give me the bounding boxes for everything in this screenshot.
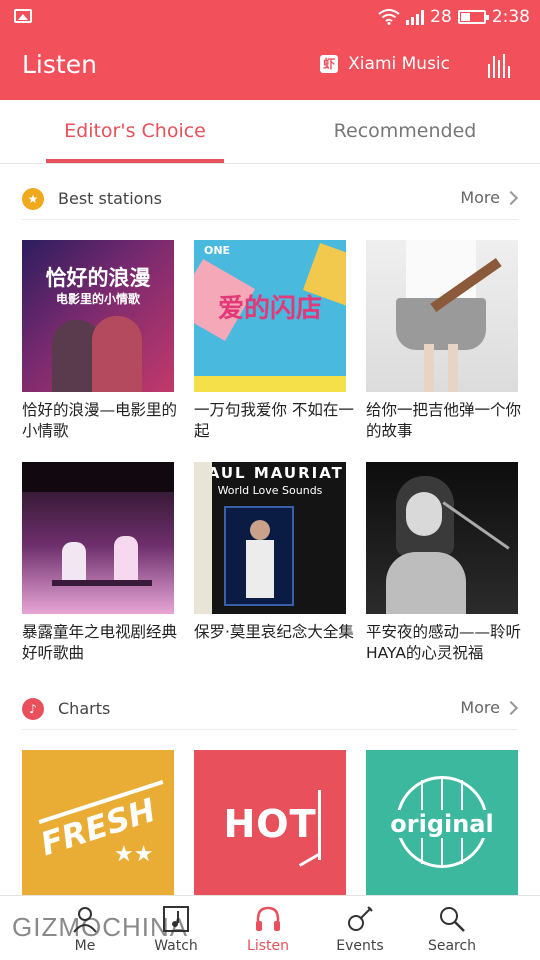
nav-label: Events bbox=[336, 938, 384, 954]
music-note-icon: ♪ bbox=[22, 698, 44, 720]
page-title: Listen bbox=[22, 50, 97, 79]
status-time: 2:38 bbox=[491, 7, 530, 27]
station-card[interactable]: ONE 爱的闪店 一万句我爱你 不如在一起 bbox=[194, 240, 354, 442]
chevron-right-icon bbox=[503, 190, 519, 205]
station-cover bbox=[22, 462, 174, 614]
section-header-charts: ♪ Charts More bbox=[22, 690, 519, 730]
cover-title: 恰好的浪漫 bbox=[45, 266, 151, 290]
station-title: 恰好的浪漫—电影里的小情歌 bbox=[22, 401, 178, 440]
search-icon bbox=[440, 907, 465, 932]
more-label: More bbox=[460, 188, 500, 207]
chart-tile-original[interactable]: original bbox=[366, 750, 518, 898]
station-card[interactable]: 恰好的浪漫 电影里的小情歌 恰好的浪漫—电影里的小情歌 bbox=[22, 240, 177, 442]
section-title-charts: Charts bbox=[58, 699, 111, 718]
station-title: 一万句我爱你 不如在一起 bbox=[194, 401, 354, 440]
station-card[interactable]: 给你一把吉他弹一个你的故事 bbox=[366, 240, 521, 442]
star-icon: ★★ bbox=[114, 842, 154, 867]
nav-item-events[interactable]: Events bbox=[315, 896, 405, 960]
watermark: GIZMOCHINA bbox=[12, 912, 189, 942]
image-notification-icon bbox=[14, 9, 32, 23]
station-card[interactable]: 暴露童年之电视剧经典好听歌曲 bbox=[22, 462, 177, 664]
chart-label: HOT bbox=[223, 802, 317, 846]
station-card[interactable]: 平安夜的感动——聆听HAYA的心灵祝福 bbox=[366, 462, 521, 664]
xiami-logo-icon: 虾 bbox=[320, 55, 339, 73]
guitar-icon bbox=[348, 906, 373, 931]
station-cover: ONE 爱的闪店 bbox=[194, 240, 346, 392]
more-label: More bbox=[460, 698, 500, 717]
cover-subtitle: World Love Sounds bbox=[217, 484, 323, 497]
wifi-icon bbox=[378, 9, 400, 25]
nav-item-listen[interactable]: Listen bbox=[223, 896, 313, 960]
provider-button[interactable]: 虾 Xiami Music bbox=[320, 54, 450, 74]
status-bar: 28 2:38 bbox=[0, 0, 540, 34]
equalizer-icon[interactable] bbox=[488, 54, 514, 78]
section-title-stations: Best stations bbox=[58, 189, 162, 208]
chart-tile-hot[interactable]: HOT bbox=[194, 750, 346, 898]
station-card[interactable]: PAUL MAURIAT World Love Sounds 保罗·莫里哀纪念大… bbox=[194, 462, 354, 643]
station-title: 暴露童年之电视剧经典好听歌曲 bbox=[22, 623, 178, 662]
cover-subtitle: 电影里的小情歌 bbox=[55, 292, 140, 306]
signal-icon bbox=[406, 9, 425, 25]
tab-editors-choice[interactable]: Editor's Choice bbox=[46, 100, 224, 164]
status-right: 28 2:38 bbox=[378, 6, 530, 28]
station-title: 保罗·莫里哀纪念大全集 bbox=[194, 623, 354, 641]
station-title: 给你一把吉他弹一个你的故事 bbox=[366, 401, 522, 440]
tab-indicator bbox=[46, 159, 224, 163]
tab-recommended[interactable]: Recommended bbox=[316, 100, 494, 164]
chart-label: original bbox=[380, 810, 504, 838]
station-cover bbox=[366, 462, 518, 614]
chevron-right-icon bbox=[503, 700, 519, 715]
nav-label: Search bbox=[427, 938, 477, 954]
station-cover: PAUL MAURIAT World Love Sounds bbox=[194, 462, 346, 614]
signal-text: 28 bbox=[430, 7, 452, 27]
app-header: 28 2:38 Listen 虾 Xiami Music bbox=[0, 0, 540, 100]
station-cover: 恰好的浪漫 电影里的小情歌 bbox=[22, 240, 174, 392]
provider-label: Xiami Music bbox=[348, 54, 450, 74]
more-stations-button[interactable]: More bbox=[460, 188, 519, 207]
cover-title: 爱的闪店 bbox=[217, 294, 322, 324]
station-title: 平安夜的感动——聆听HAYA的心灵祝福 bbox=[366, 623, 522, 662]
station-cover bbox=[366, 240, 518, 392]
cover-subtitle: ONE bbox=[204, 244, 231, 257]
cover-title: PAUL MAURIAT bbox=[196, 464, 344, 482]
headphones-icon bbox=[256, 906, 280, 931]
star-icon: ★ bbox=[22, 188, 44, 210]
more-charts-button[interactable]: More bbox=[460, 698, 519, 717]
nav-label: Listen bbox=[247, 938, 289, 954]
nav-item-search[interactable]: Search bbox=[407, 896, 497, 960]
section-header-stations: ★ Best stations More bbox=[22, 180, 519, 220]
battery-icon bbox=[457, 10, 489, 24]
tab-bar: Editor's Choice Recommended bbox=[0, 100, 540, 164]
chart-tile-fresh[interactable]: FRESH ★★ bbox=[22, 750, 174, 898]
